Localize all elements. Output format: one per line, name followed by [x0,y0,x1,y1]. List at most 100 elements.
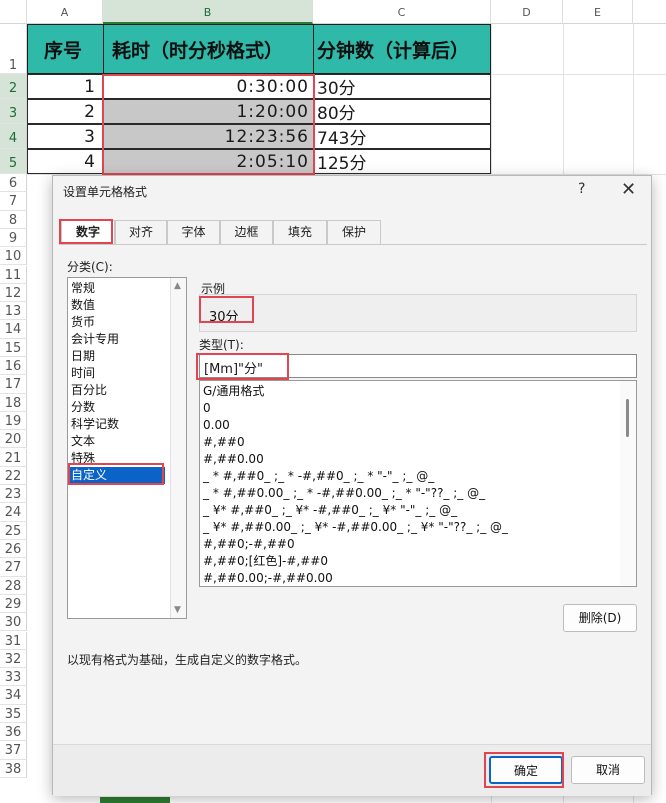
column-header-a[interactable]: A [27,0,103,24]
type-highlight-box [196,353,289,380]
category-item[interactable]: 会计专用 [71,331,119,348]
category-item[interactable]: 货币 [71,314,95,331]
ok-highlight-box [484,752,564,788]
cell-a3[interactable]: 2 [27,99,104,124]
help-icon[interactable]: ? [578,181,585,197]
row-header-35[interactable]: 35 [0,704,27,723]
cell-c2[interactable]: 30分 [313,74,491,99]
row-header-2[interactable]: 2 [0,74,27,99]
dialog-titlebar: 设置单元格格式 ? ✕ [53,176,651,206]
category-item[interactable]: 科学记数 [71,416,119,433]
scroll-up-icon[interactable]: ▲ [174,281,181,291]
row-header-29[interactable]: 29 [0,594,27,614]
row-header-20[interactable]: 20 [0,430,27,449]
category-item[interactable]: 日期 [71,348,95,365]
row-header-10[interactable]: 10 [0,247,27,266]
cell-c3[interactable]: 80分 [313,99,491,124]
delete-button[interactable]: 删除(D) [563,604,637,632]
category-list[interactable]: 常规 数值 货币 会计专用 日期 时间 百分比 分数 科学记数 文本 特殊 自定… [67,277,187,619]
category-item[interactable]: 数值 [71,297,95,314]
format-list[interactable]: G/通用格式 0 0.00 #,##0 #,##0.00 _ * #,##0_ … [199,380,637,587]
column-header-bar: A B C D E [0,0,666,24]
cell-c5[interactable]: 125分 [313,149,491,174]
sample-box [199,294,637,332]
row-header-18[interactable]: 18 [0,393,27,412]
format-item[interactable]: _ * #,##0_ ;_ * -#,##0_ ;_ * "-"_ ;_ @_ [203,468,434,485]
format-item[interactable]: G/通用格式 [203,383,264,400]
tab-fill[interactable]: 填充 [273,220,327,244]
row-header-5[interactable]: 5 [0,149,27,174]
row-header-14[interactable]: 14 [0,320,27,339]
format-item[interactable]: #,##0 [203,434,245,451]
row-header-34[interactable]: 34 [0,686,27,705]
category-item[interactable]: 文本 [71,433,95,450]
row-header-1[interactable]: 1 [0,24,27,74]
tab-alignment[interactable]: 对齐 [115,220,167,244]
format-item[interactable]: #,##0;[红色]-#,##0 [203,553,328,570]
row-header-3[interactable]: 3 [0,99,27,124]
category-item[interactable]: 时间 [71,365,95,382]
column-header-d[interactable]: D [491,0,563,24]
row-header-12[interactable]: 12 [0,283,27,303]
column-header-e[interactable]: E [563,0,633,24]
cancel-button[interactable]: 取消 [571,756,645,784]
row-header-4[interactable]: 4 [0,124,27,149]
row-header-17[interactable]: 17 [0,375,27,394]
row-header-9[interactable]: 9 [0,228,27,248]
row-header-24[interactable]: 24 [0,503,27,522]
dialog-title: 设置单元格格式 [63,185,148,199]
category-item[interactable]: 百分比 [71,382,107,399]
row-header-15[interactable]: 15 [0,338,27,357]
category-item[interactable]: 常规 [71,280,95,297]
format-item[interactable]: 0.00 [203,417,230,434]
row-header-27[interactable]: 27 [0,558,27,577]
header-cell-duration[interactable]: 耗时（时分秒格式） [103,24,314,74]
row-header-19[interactable]: 19 [0,411,27,431]
row-header-36[interactable]: 36 [0,723,27,742]
cell-a2[interactable]: 1 [27,74,104,99]
format-item[interactable]: _ ¥* #,##0_ ;_ ¥* -#,##0_ ;_ ¥* "-"_ ;_ … [203,502,457,519]
scroll-thumb[interactable] [626,399,629,437]
format-item[interactable]: #,##0.00 [203,451,264,468]
row-header-16[interactable]: 16 [0,357,27,376]
row-header-6[interactable]: 6 [0,174,27,193]
cell-c4[interactable]: 743分 [313,124,491,149]
sample-highlight-box [199,296,254,323]
row-header-31[interactable]: 31 [0,631,27,650]
tab-border[interactable]: 边框 [220,220,273,244]
row-header-32[interactable]: 32 [0,649,27,669]
format-item[interactable]: _ ¥* #,##0.00_ ;_ ¥* -#,##0.00_ ;_ ¥* "-… [203,519,508,536]
format-cells-dialog: 设置单元格格式 ? ✕ 数字 对齐 字体 边框 填充 保护 分类(C): 常规 … [52,175,652,796]
row-header-8[interactable]: 8 [0,210,27,229]
category-item[interactable]: 分数 [71,399,95,416]
row-header-37[interactable]: 37 [0,741,27,760]
tab-protection[interactable]: 保护 [327,220,381,244]
format-item[interactable]: 0 [203,400,211,417]
row-header-28[interactable]: 28 [0,576,27,595]
row-header-30[interactable]: 30 [0,613,27,632]
row-header-25[interactable]: 25 [0,521,27,540]
row-header-26[interactable]: 26 [0,540,27,559]
cell-a5[interactable]: 4 [27,149,104,174]
scroll-down-icon[interactable]: ▼ [174,605,181,615]
tab-font[interactable]: 字体 [167,220,220,244]
category-scrollbar[interactable]: ▲ ▼ [170,278,186,618]
row-header-21[interactable]: 21 [0,448,27,467]
row-header-11[interactable]: 11 [0,265,27,284]
cell-a4[interactable]: 3 [27,124,104,149]
header-cell-index[interactable]: 序号 [27,24,104,74]
format-item[interactable]: #,##0.00;-#,##0.00 [203,570,333,586]
row-header-7[interactable]: 7 [0,192,27,211]
row-header-38[interactable]: 38 [0,759,27,778]
format-scrollbar[interactable] [620,381,636,586]
header-cell-minutes[interactable]: 分钟数（计算后） [313,24,491,74]
column-header-c[interactable]: C [313,0,491,24]
close-icon[interactable]: ✕ [621,179,636,200]
format-item[interactable]: #,##0;-#,##0 [203,536,295,553]
row-header-22[interactable]: 22 [0,466,27,486]
format-item[interactable]: _ * #,##0.00_ ;_ * -#,##0.00_ ;_ * "-"??… [203,485,485,502]
row-header-23[interactable]: 23 [0,485,27,504]
row-header-13[interactable]: 13 [0,302,27,321]
column-header-b[interactable]: B [103,0,313,24]
row-header-33[interactable]: 33 [0,668,27,687]
